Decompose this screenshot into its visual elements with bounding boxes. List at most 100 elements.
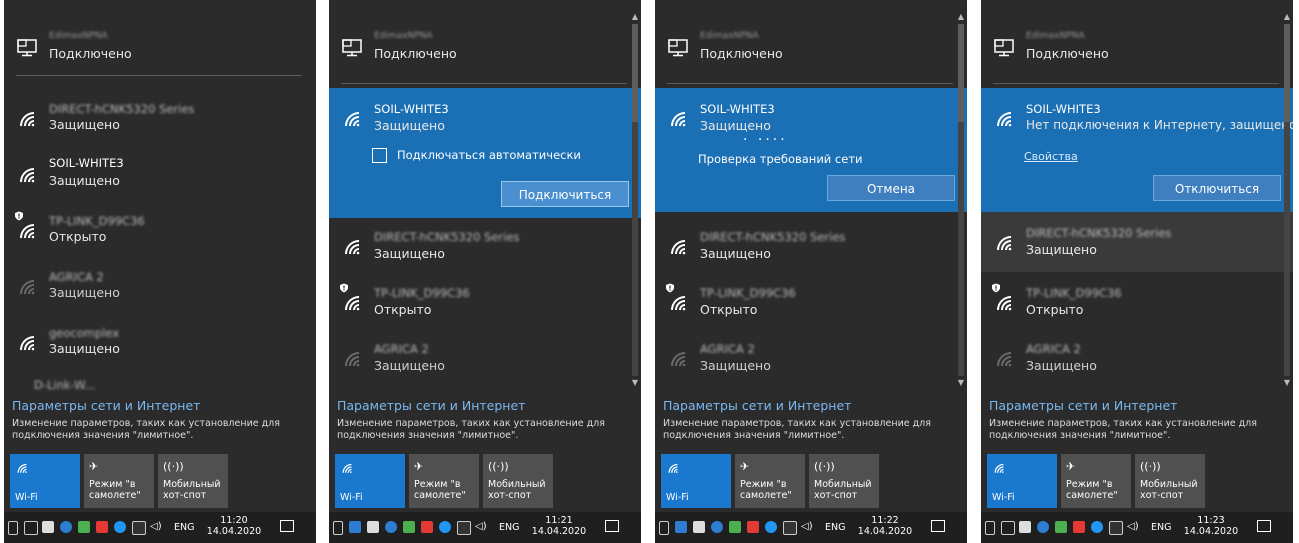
network-tray-icon[interactable] xyxy=(1109,521,1123,535)
wifi-tile[interactable]: Wi-Fi xyxy=(987,454,1057,508)
network-settings-link[interactable]: Параметры сети и Интернет xyxy=(337,398,525,413)
keyboard-icon[interactable] xyxy=(1019,521,1031,533)
language-indicator[interactable]: ENG xyxy=(1151,522,1171,533)
network-tray-icon[interactable] xyxy=(457,521,471,535)
mobile-hotspot-tile[interactable]: ((·)) Мобильный хот-спот xyxy=(1135,454,1205,508)
keyboard-icon[interactable] xyxy=(42,521,54,533)
network-settings-link[interactable]: Параметры сети и Интернет xyxy=(663,398,851,413)
wifi-tile[interactable]: Wi-Fi xyxy=(10,454,80,508)
scroll-down-icon[interactable]: ▼ xyxy=(630,378,640,388)
network-item-soil-selected[interactable]: SOIL-WHITE3 Защищено Подключаться автома… xyxy=(329,88,641,218)
wifi-tile[interactable]: Wi-Fi xyxy=(661,454,731,508)
airplane-mode-tile[interactable]: ✈ Режим "в самолете" xyxy=(1061,454,1131,508)
notification-icon[interactable] xyxy=(1257,520,1271,532)
network-item-tplink[interactable]: TP-LINK_D99C36 Открыто xyxy=(655,280,967,324)
app-icon[interactable] xyxy=(765,521,777,533)
network-item-tplink[interactable]: TP-LINK_D99C36 Открыто xyxy=(329,280,641,324)
mobile-hotspot-tile[interactable]: ((·)) Мобильный хот-спот xyxy=(483,454,553,508)
notification-icon[interactable] xyxy=(605,520,619,532)
network-item-direct[interactable]: DIRECT-hCNK5320 Series Защищено xyxy=(981,212,1293,272)
app-icon[interactable] xyxy=(114,521,126,533)
mobile-hotspot-tile[interactable]: ((·)) Мобильный хот-спот xyxy=(809,454,879,508)
mobile-hotspot-tile[interactable]: ((·)) Мобильный хот-спот xyxy=(158,454,228,508)
app-icon[interactable] xyxy=(421,521,433,533)
clock[interactable]: 11:21 14.04.2020 xyxy=(529,515,589,537)
airplane-mode-tile[interactable]: ✈ Режим "в самолете" xyxy=(84,454,154,508)
connected-network[interactable]: EdimaxNPNA Подключено xyxy=(329,18,641,68)
scroll-up-icon[interactable]: ▲ xyxy=(956,12,966,22)
window-icon[interactable] xyxy=(675,521,687,533)
window-icon[interactable] xyxy=(1001,521,1015,535)
task-view-icon[interactable] xyxy=(8,521,18,535)
connected-network[interactable]: EdimaxNPNA Подключено xyxy=(4,18,316,68)
network-item-soil[interactable]: SOIL-WHITE3 Защищено xyxy=(4,152,316,196)
airplane-mode-tile[interactable]: ✈ Режим "в самолете" xyxy=(735,454,805,508)
volume-icon[interactable]: ◁) xyxy=(1127,521,1139,533)
network-settings-link[interactable]: Параметры сети и Интернет xyxy=(989,398,1177,413)
network-item-agrega[interactable]: AGRICA 2 Защищено xyxy=(981,336,1293,380)
clock[interactable]: 11:22 14.04.2020 xyxy=(855,515,915,537)
app-icon[interactable] xyxy=(96,521,108,533)
network-item-tplink[interactable]: TP-LINK_D99C36 Открыто xyxy=(4,208,316,252)
clock[interactable]: 11:23 14.04.2020 xyxy=(1181,515,1241,537)
network-item-soil-connected[interactable]: SOIL-WHITE3 Нет подключения к Интернету,… xyxy=(981,88,1293,212)
clock[interactable]: 11:20 14.04.2020 xyxy=(204,515,264,537)
scrollbar-thumb[interactable] xyxy=(632,24,638,122)
notification-icon[interactable] xyxy=(931,520,945,532)
network-tray-icon[interactable] xyxy=(132,521,146,535)
network-settings-link[interactable]: Параметры сети и Интернет xyxy=(12,398,200,413)
network-item-agrega[interactable]: AGRICA 2 Защищено xyxy=(4,264,316,308)
keyboard-icon[interactable] xyxy=(367,521,379,533)
cancel-button[interactable]: Отмена xyxy=(827,175,955,201)
window-icon[interactable] xyxy=(349,521,361,533)
volume-icon[interactable]: ◁) xyxy=(801,521,813,533)
window-icon[interactable] xyxy=(24,521,38,535)
scroll-up-icon[interactable]: ▲ xyxy=(1282,12,1292,22)
network-item-soil-connecting[interactable]: SOIL-WHITE3 Защищено · ···· Проверка тре… xyxy=(655,88,967,212)
language-indicator[interactable]: ENG xyxy=(499,522,519,533)
properties-link[interactable]: Свойства xyxy=(1024,150,1078,163)
network-item-more[interactable]: D-Link-W... xyxy=(4,376,316,392)
app-icon[interactable] xyxy=(1055,521,1067,533)
language-indicator[interactable]: ENG xyxy=(825,522,845,533)
language-indicator[interactable]: ENG xyxy=(174,522,194,533)
app-icon[interactable] xyxy=(729,521,741,533)
scrollbar-thumb[interactable] xyxy=(1284,24,1290,122)
network-item-direct[interactable]: DIRECT-hCNK5320 Series Защищено xyxy=(655,224,967,268)
network-item-geo[interactable]: geocomplex Защищено xyxy=(4,320,316,364)
app-icon[interactable] xyxy=(1037,521,1049,533)
app-icon[interactable] xyxy=(439,521,451,533)
scrollbar-thumb[interactable] xyxy=(958,24,964,122)
auto-connect-checkbox[interactable] xyxy=(372,148,387,163)
connected-network[interactable]: EdimaxNPNA Подключено xyxy=(655,18,967,68)
network-tray-icon[interactable] xyxy=(783,521,797,535)
network-item-direct[interactable]: DIRECT-hCNK5320 Series Защищено xyxy=(4,96,316,140)
volume-icon[interactable]: ◁) xyxy=(475,521,487,533)
keyboard-icon[interactable] xyxy=(693,521,705,533)
app-icon[interactable] xyxy=(385,521,397,533)
scroll-down-icon[interactable]: ▼ xyxy=(956,378,966,388)
scroll-up-icon[interactable]: ▲ xyxy=(630,12,640,22)
scroll-down-icon[interactable]: ▼ xyxy=(1282,378,1292,388)
network-item-direct[interactable]: DIRECT-hCNK5320 Series Защищено xyxy=(329,224,641,268)
volume-icon[interactable]: ◁) xyxy=(150,521,162,533)
notification-icon[interactable] xyxy=(280,520,294,532)
connect-button[interactable]: Подключиться xyxy=(501,181,629,207)
connected-network[interactable]: EdimaxNPNA Подключено xyxy=(981,18,1293,68)
disconnect-button[interactable]: Отключиться xyxy=(1153,175,1281,201)
wifi-tile[interactable]: Wi-Fi xyxy=(335,454,405,508)
app-icon[interactable] xyxy=(60,521,72,533)
task-view-icon[interactable] xyxy=(333,521,343,535)
task-view-icon[interactable] xyxy=(659,521,669,535)
app-icon[interactable] xyxy=(747,521,759,533)
task-view-icon[interactable] xyxy=(985,521,995,535)
app-icon[interactable] xyxy=(1091,521,1103,533)
app-icon[interactable] xyxy=(1073,521,1085,533)
network-item-agrega[interactable]: AGRICA 2 Защищено xyxy=(329,336,641,380)
network-item-tplink[interactable]: TP-LINK_D99C36 Открыто xyxy=(981,280,1293,324)
airplane-mode-tile[interactable]: ✈ Режим "в самолете" xyxy=(409,454,479,508)
app-icon[interactable] xyxy=(78,521,90,533)
app-icon[interactable] xyxy=(403,521,415,533)
app-icon[interactable] xyxy=(711,521,723,533)
network-item-agrega[interactable]: AGRICA 2 Защищено xyxy=(655,336,967,380)
